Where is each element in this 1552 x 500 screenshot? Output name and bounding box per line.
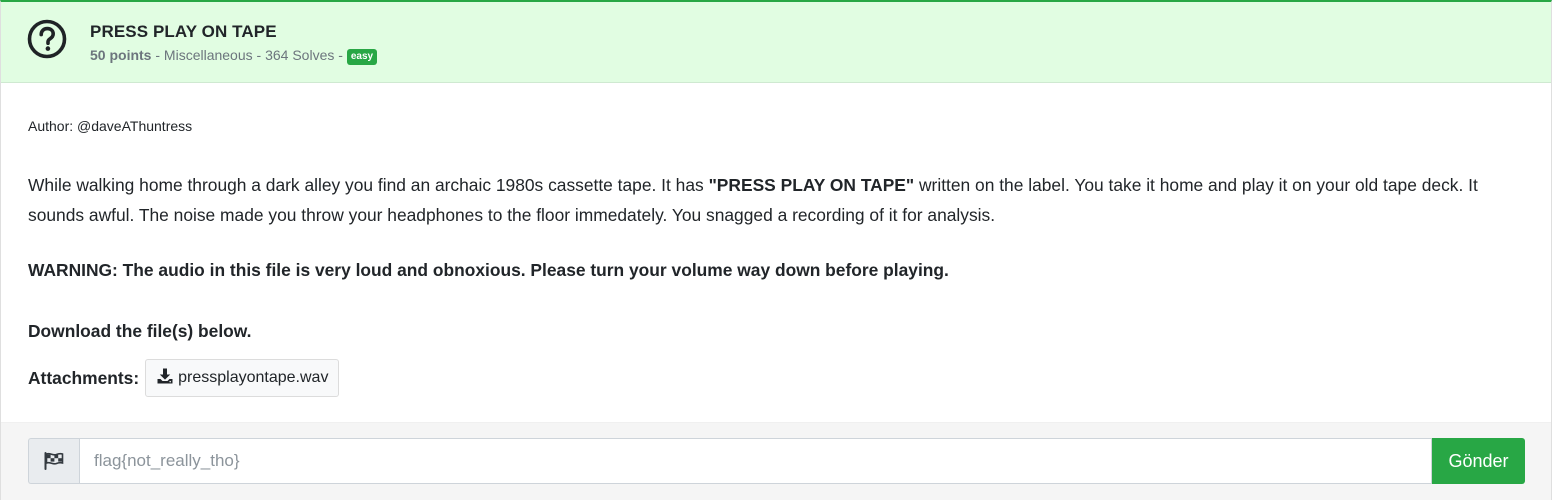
challenge-card: PRESS PLAY ON TAPE 50 points - Miscellan… [0, 0, 1552, 500]
challenge-title: PRESS PLAY ON TAPE [90, 22, 277, 41]
submit-flag-button[interactable]: Gönder [1432, 438, 1525, 484]
difficulty-badge: easy [346, 49, 378, 65]
category-label: Miscellaneous [163, 47, 253, 63]
author-line: Author: @daveAThuntress [28, 118, 193, 134]
challenge-meta: 50 points - Miscellaneous - 364 Solves -… [90, 47, 378, 65]
challenge-description: While walking home through a dark alley … [28, 170, 1523, 230]
attachments-label: Attachments: [28, 367, 140, 388]
download-note: Download the file(s) below. [28, 321, 252, 341]
flag-input[interactable] [79, 438, 1432, 484]
challenge-header: PRESS PLAY ON TAPE 50 points - Miscellan… [1, 2, 1551, 83]
attachment-filename: pressplayontape.wav [178, 369, 329, 386]
challenge-body: Author: @daveAThuntress While walking ho… [1, 83, 1551, 422]
attachments-row: Attachments: pressplayontape.wav [28, 359, 340, 397]
meta-separator: - [252, 47, 266, 63]
solves-count: 364 Solves [265, 47, 335, 63]
points-value: 50 points [90, 47, 152, 63]
flag-input-group: Gönder [28, 438, 1525, 484]
description-text: While walking home through a dark alley … [28, 175, 709, 195]
attachment-download-button[interactable]: pressplayontape.wav [145, 359, 340, 397]
checkered-flag-icon [28, 438, 79, 484]
meta-separator: - [334, 47, 347, 63]
question-circle-icon [27, 19, 67, 59]
download-icon [156, 367, 178, 390]
meta-separator: - [151, 47, 164, 63]
description-bold-text: "PRESS PLAY ON TAPE" [708, 175, 915, 195]
warning-text: WARNING: The audio in this file is very … [28, 260, 949, 280]
flag-submit-footer: Gönder [1, 422, 1551, 500]
